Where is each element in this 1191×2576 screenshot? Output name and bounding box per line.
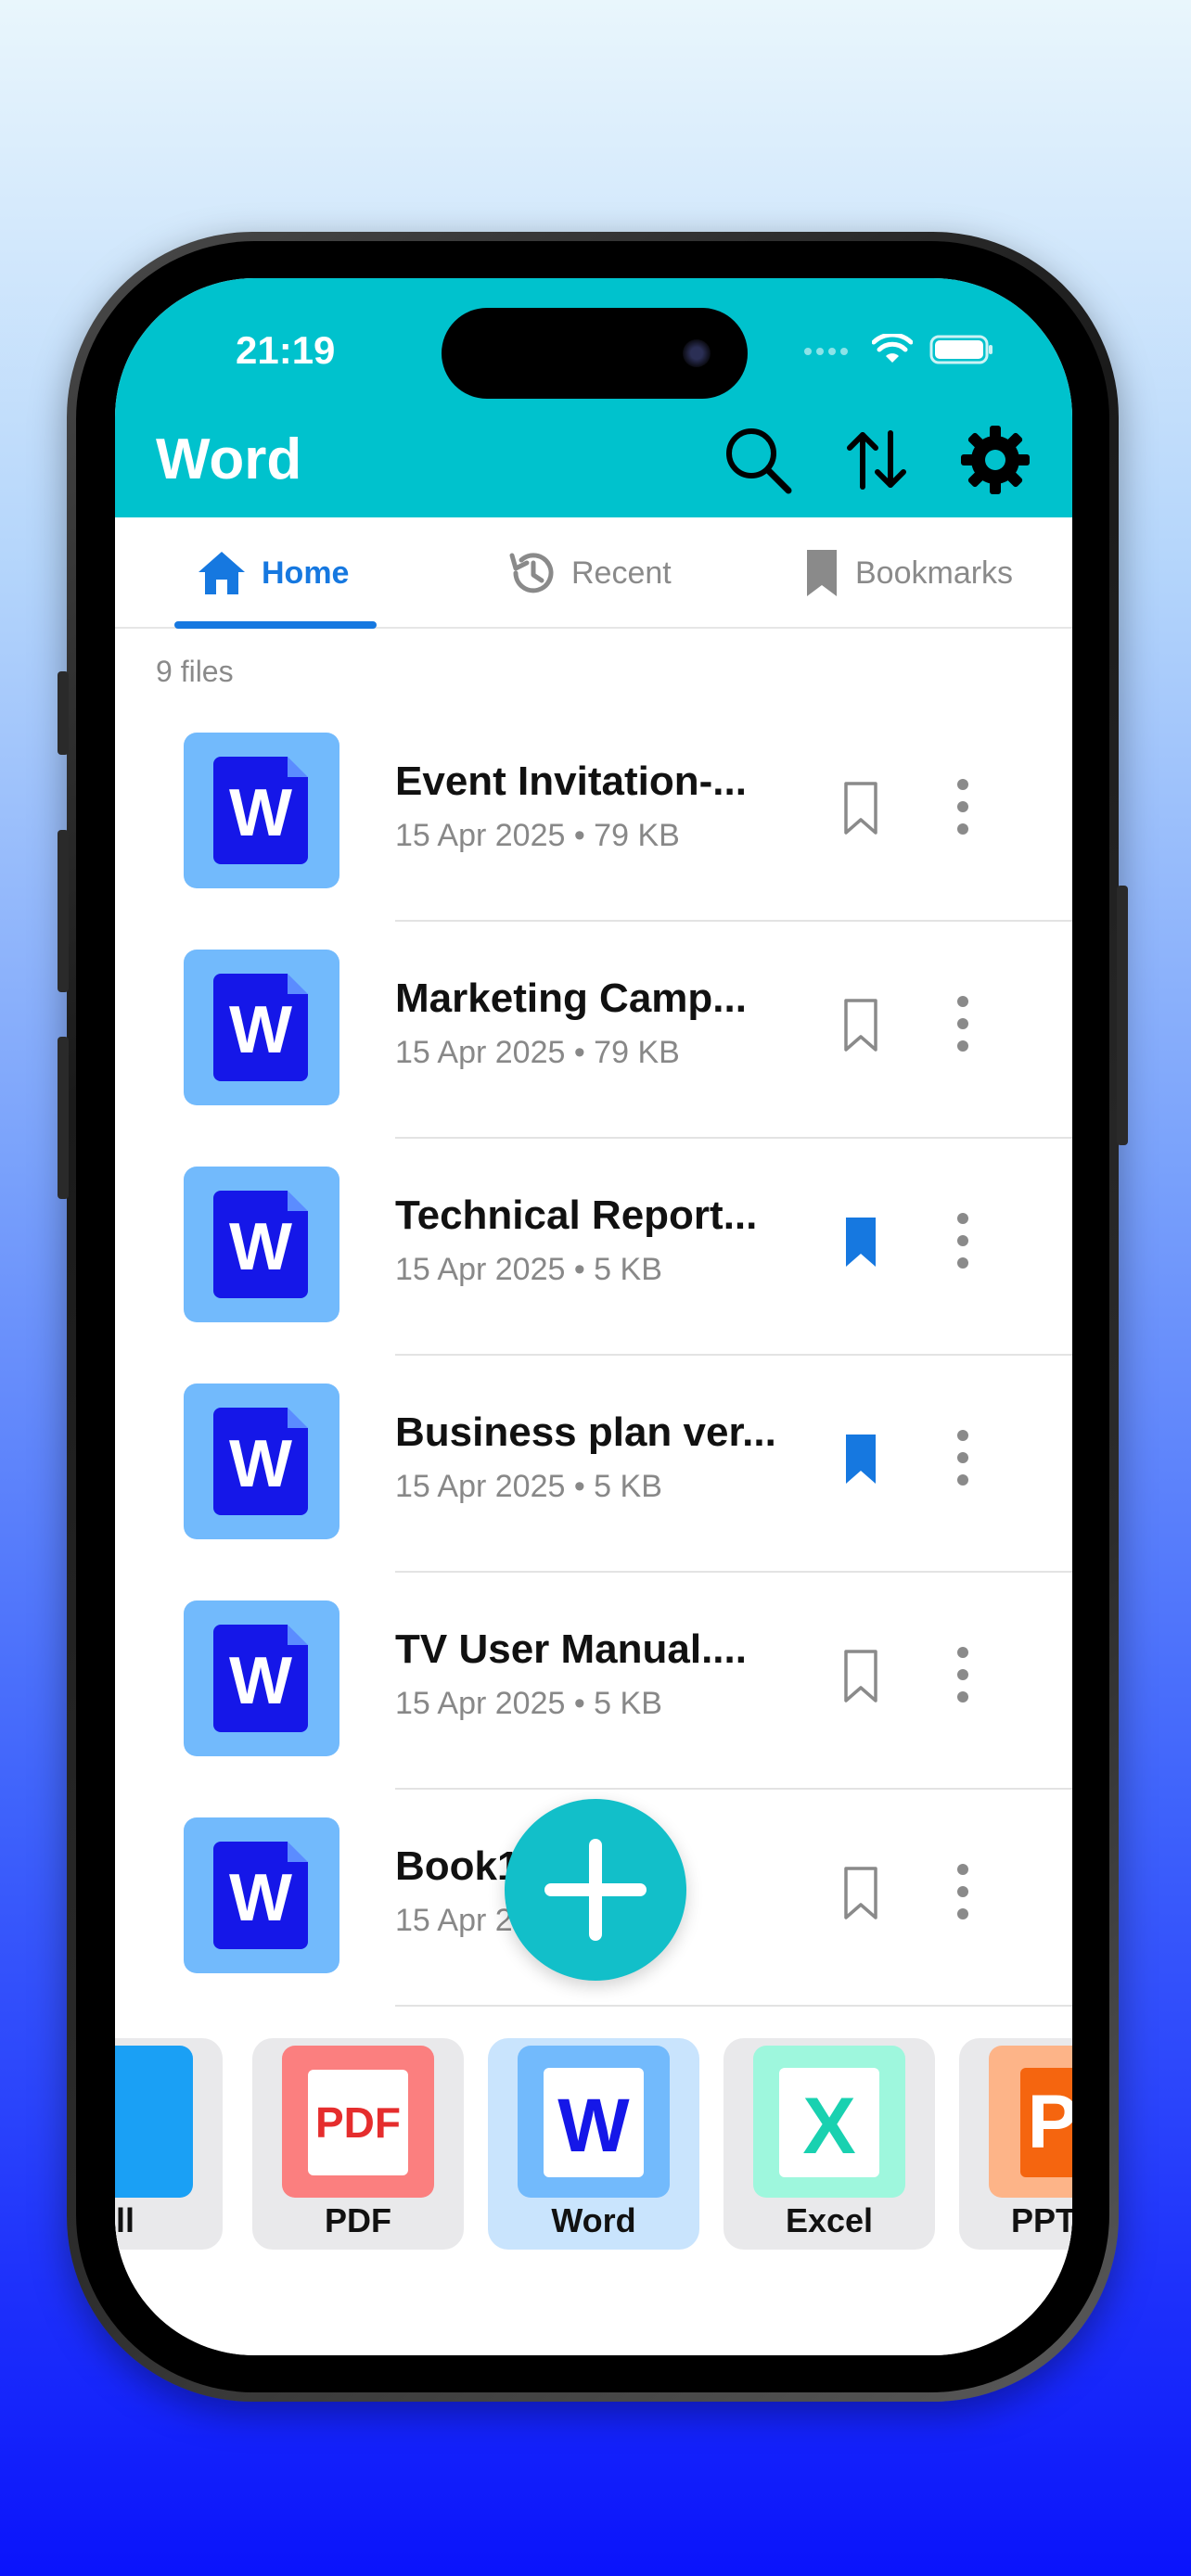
excel-icon: X — [753, 2046, 905, 2198]
page-title: Word — [156, 427, 302, 491]
more-vertical-icon[interactable] — [955, 1641, 970, 1708]
battery-icon — [929, 335, 992, 364]
side-button-action — [58, 671, 69, 755]
file-name: Business plan ver... — [395, 1409, 776, 1455]
filter-ppt[interactable]: P PPT — [959, 2038, 1072, 2250]
bookmark-filled-icon[interactable] — [842, 1432, 879, 1487]
ppt-icon: P — [989, 2046, 1072, 2198]
more-vertical-icon[interactable] — [955, 773, 970, 840]
word-file-thumbnail: W — [184, 1167, 339, 1322]
file-type-filter-bar: All PDF PDF W Word X Excel — [115, 2031, 1072, 2253]
list-item[interactable]: W Event Invitation-... 15 Apr 2025 • 79 … — [115, 705, 1072, 922]
bookmark-outline-icon[interactable] — [842, 998, 879, 1053]
app-header: 21:19 Word — [115, 278, 1072, 517]
side-button-volume-down — [58, 1037, 69, 1199]
gear-icon[interactable] — [957, 422, 1033, 498]
word-file-thumbnail: W — [184, 950, 339, 1105]
file-meta: 15 Apr 2025 • 5 KB — [395, 1469, 662, 1504]
tab-bookmarks-label: Bookmarks — [855, 555, 1014, 591]
word-doc-icon: W — [213, 1408, 308, 1515]
filter-ppt-label: PPT — [1011, 2201, 1072, 2239]
add-file-button[interactable] — [505, 1799, 686, 1981]
word-doc-icon: W — [213, 1842, 308, 1949]
side-button-volume-up — [58, 830, 69, 992]
filter-excel-label: Excel — [785, 2201, 874, 2239]
filter-pdf-label: PDF — [325, 2201, 391, 2239]
more-vertical-icon[interactable] — [955, 1858, 970, 1925]
more-vertical-icon[interactable] — [955, 1207, 970, 1274]
file-meta: 15 Apr 2025 • 79 KB — [395, 1035, 680, 1070]
file-name: Marketing Camp... — [395, 976, 747, 1021]
wifi-icon — [872, 334, 913, 363]
tab-recent[interactable]: Recent — [505, 517, 672, 629]
list-item[interactable]: W Business plan ver... 15 Apr 2025 • 5 K… — [115, 1356, 1072, 1573]
file-meta: 15 Apr 2025 • 79 KB — [395, 818, 680, 853]
list-item[interactable]: W Marketing Camp... 15 Apr 2025 • 79 KB — [115, 922, 1072, 1139]
tab-bookmarks[interactable]: Bookmarks — [801, 517, 1013, 629]
word-doc-icon: W — [213, 1625, 308, 1732]
signal-icon — [804, 348, 848, 355]
filter-pdf[interactable]: PDF PDF — [252, 2038, 464, 2250]
bookmark-outline-icon[interactable] — [842, 1866, 879, 1921]
all-files-icon — [115, 2046, 193, 2198]
sort-icon[interactable] — [839, 422, 915, 498]
filter-all-label: All — [115, 2201, 134, 2239]
side-button-power — [1117, 886, 1128, 1145]
file-meta: 15 Apr 2025 • 5 KB — [395, 1252, 662, 1287]
bookmark-icon — [807, 550, 837, 596]
word-doc-icon: W — [213, 974, 308, 1081]
word-file-thumbnail: W — [184, 733, 339, 888]
tab-bar: Home Recent Bookmarks — [115, 517, 1072, 629]
dynamic-island — [442, 308, 748, 399]
bookmark-outline-icon[interactable] — [842, 781, 879, 836]
history-icon — [509, 553, 554, 593]
word-file-thumbnail: W — [184, 1600, 339, 1756]
files-count: 9 files — [156, 655, 234, 688]
filter-all[interactable]: All — [115, 2038, 223, 2250]
word-icon: W — [518, 2046, 670, 2198]
list-item[interactable]: W Technical Report... 15 Apr 2025 • 5 KB — [115, 1139, 1072, 1356]
pdf-icon: PDF — [282, 2046, 434, 2198]
search-icon[interactable] — [720, 422, 796, 498]
word-file-thumbnail: W — [184, 1384, 339, 1539]
list-item[interactable]: W TV User Manual.... 15 Apr 2025 • 5 KB — [115, 1573, 1072, 1790]
app-screen: 21:19 Word Home Recent Bookmarks 9 files… — [115, 278, 1072, 2355]
more-vertical-icon[interactable] — [955, 990, 970, 1057]
home-icon — [198, 552, 245, 594]
tab-recent-label: Recent — [571, 555, 672, 591]
tab-home-label: Home — [262, 555, 350, 591]
row-divider — [395, 2005, 1072, 2007]
camera-icon — [683, 339, 711, 367]
file-name: TV User Manual.... — [395, 1626, 747, 1672]
more-vertical-icon[interactable] — [955, 1424, 970, 1491]
home-area — [115, 2253, 1072, 2355]
bookmark-filled-icon[interactable] — [842, 1215, 879, 1270]
status-indicators — [803, 334, 994, 365]
plus-icon — [544, 1839, 647, 1941]
tab-active-indicator — [174, 621, 377, 629]
tab-home[interactable]: Home — [195, 517, 349, 629]
word-doc-icon: W — [213, 757, 308, 864]
status-time: 21:19 — [236, 328, 336, 372]
filter-word[interactable]: W Word — [488, 2038, 699, 2250]
bookmark-outline-icon[interactable] — [842, 1649, 879, 1704]
filter-excel[interactable]: X Excel — [724, 2038, 935, 2250]
file-name: Event Invitation-... — [395, 759, 747, 804]
word-doc-icon: W — [213, 1191, 308, 1298]
filter-word-label: Word — [551, 2201, 636, 2239]
file-meta: 15 Apr 2025 • 5 KB — [395, 1686, 662, 1721]
file-name: Technical Report... — [395, 1192, 758, 1238]
word-file-thumbnail: W — [184, 1817, 339, 1973]
